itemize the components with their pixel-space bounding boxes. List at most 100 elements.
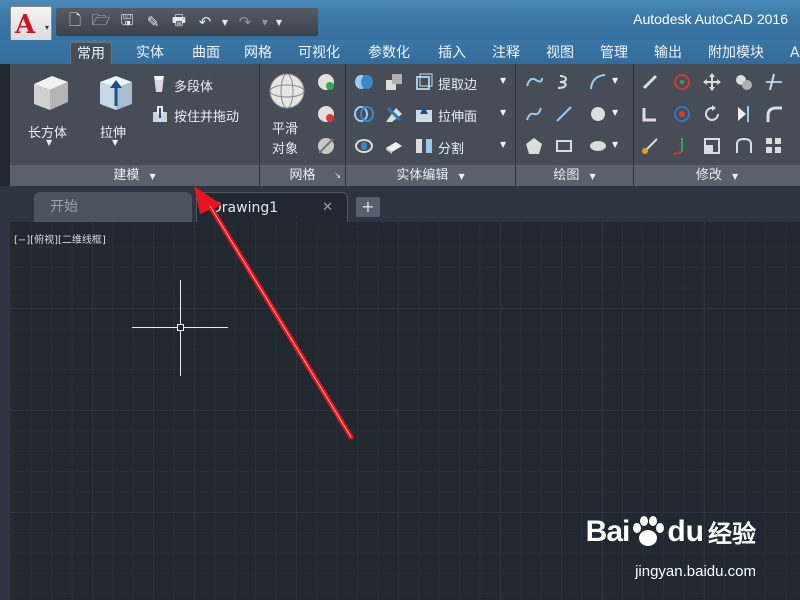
circle-icon[interactable] xyxy=(588,104,608,124)
copy-icon[interactable] xyxy=(734,72,754,92)
separate-label: 分割 xyxy=(438,142,465,157)
extrude-faces-button[interactable]: 拉伸面 ▼ xyxy=(414,104,514,126)
polygon-icon[interactable] xyxy=(524,136,544,156)
3d-move-icon[interactable] xyxy=(672,104,692,124)
cursor-pickbox xyxy=(177,324,184,331)
extrude-faces-label: 拉伸面 xyxy=(438,110,478,125)
tab-mesh[interactable]: 网格 xyxy=(238,42,278,64)
mesh-title: 网格 xyxy=(289,168,316,183)
chevron-down-icon: ▼ xyxy=(500,108,507,117)
panel-title-mesh[interactable]: 网格 ↘ xyxy=(260,165,345,186)
new-icon[interactable]: 🗋 xyxy=(62,11,88,33)
tab-solid[interactable]: 实体 xyxy=(130,42,170,64)
tab-annotate[interactable]: 注释 xyxy=(486,42,526,64)
box-button[interactable]: 长方体 ▼ xyxy=(20,68,80,154)
smooth-object-button[interactable]: 平滑 对象 xyxy=(264,68,308,157)
slice-icon[interactable] xyxy=(384,104,404,124)
tab-addins[interactable]: 附加模块 xyxy=(702,42,770,64)
ellipse-icon[interactable] xyxy=(588,136,608,156)
stretch-icon[interactable] xyxy=(640,136,660,156)
tab-start-label: 开始 xyxy=(50,199,78,215)
3d-rotate-icon[interactable] xyxy=(672,72,692,92)
fillet-icon[interactable] xyxy=(764,104,784,124)
scale-icon[interactable] xyxy=(702,136,722,156)
arc-icon[interactable] xyxy=(588,72,608,92)
tab-surface[interactable]: 曲面 xyxy=(186,42,226,64)
rotate-icon[interactable] xyxy=(702,104,722,124)
print-icon[interactable]: 🖶 xyxy=(166,11,192,33)
tab-drawing1[interactable]: Drawing1 ✕ xyxy=(196,192,348,222)
thicken-icon[interactable] xyxy=(384,136,404,156)
panel-title-solid-editing[interactable]: 实体编辑 ▼ xyxy=(346,165,515,186)
baidu-watermark: Bai du 经验 xyxy=(586,514,756,549)
chevron-down-icon[interactable]: ▼ xyxy=(612,140,618,149)
chevron-down-icon[interactable]: ▼ xyxy=(612,76,618,85)
save-icon[interactable]: 🖫 xyxy=(114,11,140,33)
line-icon[interactable] xyxy=(554,104,574,124)
close-icon[interactable]: ✕ xyxy=(322,193,333,223)
open-icon[interactable]: 🗁 xyxy=(88,11,114,33)
smooth-mesh-icon xyxy=(269,73,305,109)
array-icon[interactable] xyxy=(764,136,784,156)
extrude-faces-icon xyxy=(416,106,432,122)
mirror-icon[interactable] xyxy=(734,104,754,124)
separate-button[interactable]: 分割 ▼ xyxy=(414,136,514,158)
tab-more[interactable]: A xyxy=(784,42,800,64)
tab-manage[interactable]: 管理 xyxy=(594,42,634,64)
move-icon[interactable] xyxy=(702,72,722,92)
fillet-edge-icon[interactable] xyxy=(640,104,660,124)
chevron-down-icon[interactable]: ▼ xyxy=(612,108,618,117)
offset-icon[interactable] xyxy=(734,136,754,156)
erase-icon[interactable] xyxy=(640,72,660,92)
tab-view[interactable]: 视图 xyxy=(540,42,580,64)
polyline-icon[interactable] xyxy=(524,72,544,92)
paw-icon xyxy=(633,515,665,546)
3d-scale-icon[interactable] xyxy=(672,136,692,156)
tab-insert[interactable]: 插入 xyxy=(432,42,472,64)
union-icon[interactable] xyxy=(354,72,374,92)
launcher-icon[interactable]: ↘ xyxy=(334,165,341,186)
chevron-down-icon: ▼ xyxy=(458,172,465,181)
interfere-icon[interactable] xyxy=(384,72,404,92)
tab-home[interactable]: 常用 xyxy=(70,42,112,64)
presspull-button[interactable]: 按住并拖动 xyxy=(150,104,258,126)
trim-icon[interactable] xyxy=(764,72,784,92)
autocad-logo-icon: A xyxy=(15,10,36,40)
document-tab-bar: 开始 Drawing1 ✕ + xyxy=(0,186,800,222)
application-menu-button[interactable]: A ▾ xyxy=(10,6,52,44)
undo-dropdown-icon[interactable]: ▼ xyxy=(218,11,232,33)
panel-modeling: 长方体 ▼ 拉伸 ▼ 多段体 按住并拖动 建模 ▼ xyxy=(10,64,260,186)
tab-output[interactable]: 输出 xyxy=(648,42,688,64)
mesh-box-icon[interactable] xyxy=(316,72,336,92)
extrude-button[interactable]: 拉伸 ▼ xyxy=(90,68,140,154)
extract-edges-button[interactable]: 提取边 ▼ xyxy=(414,72,514,94)
viewport-controls[interactable]: [−][俯视][二维线框] xyxy=(14,231,106,246)
undo-icon[interactable]: ↶ xyxy=(192,11,218,33)
watermark-url: jingyan.baidu.com xyxy=(635,563,756,580)
helix-icon[interactable] xyxy=(554,72,574,92)
chevron-down-icon: ▼ xyxy=(149,172,156,181)
panel-title-modify[interactable]: 修改 ▼ xyxy=(634,165,800,186)
spline-icon[interactable] xyxy=(524,104,544,124)
modify-title: 修改 xyxy=(695,168,722,183)
tab-parametric[interactable]: 参数化 xyxy=(362,42,416,64)
chevron-down-icon: ▾ xyxy=(44,23,49,32)
intersect-icon[interactable] xyxy=(354,136,374,156)
panel-title-draw[interactable]: 绘图 ▼ xyxy=(516,165,633,186)
redo-dropdown-icon[interactable]: ▼ xyxy=(258,11,272,33)
redo-icon[interactable]: ↷ xyxy=(232,11,258,33)
tab-start[interactable]: 开始 xyxy=(34,192,192,222)
mesh-crease-icon[interactable] xyxy=(316,136,336,156)
rectangle-icon[interactable] xyxy=(554,136,574,156)
tab-visualize[interactable]: 可视化 xyxy=(292,42,346,64)
mesh-refine-icon[interactable] xyxy=(316,104,336,124)
watermark-brand-right: du xyxy=(667,514,704,548)
panel-title-modeling[interactable]: 建模 ▼ xyxy=(10,165,259,186)
presspull-label: 按住并拖动 xyxy=(174,110,240,125)
new-tab-button[interactable]: + xyxy=(356,197,380,217)
polysolid-button[interactable]: 多段体 xyxy=(150,74,256,96)
save-as-icon[interactable]: ✎ xyxy=(140,11,166,33)
watermark-service: 经验 xyxy=(708,520,756,548)
subtract-icon[interactable] xyxy=(354,104,374,124)
customize-icon[interactable]: ▼ xyxy=(272,11,286,33)
